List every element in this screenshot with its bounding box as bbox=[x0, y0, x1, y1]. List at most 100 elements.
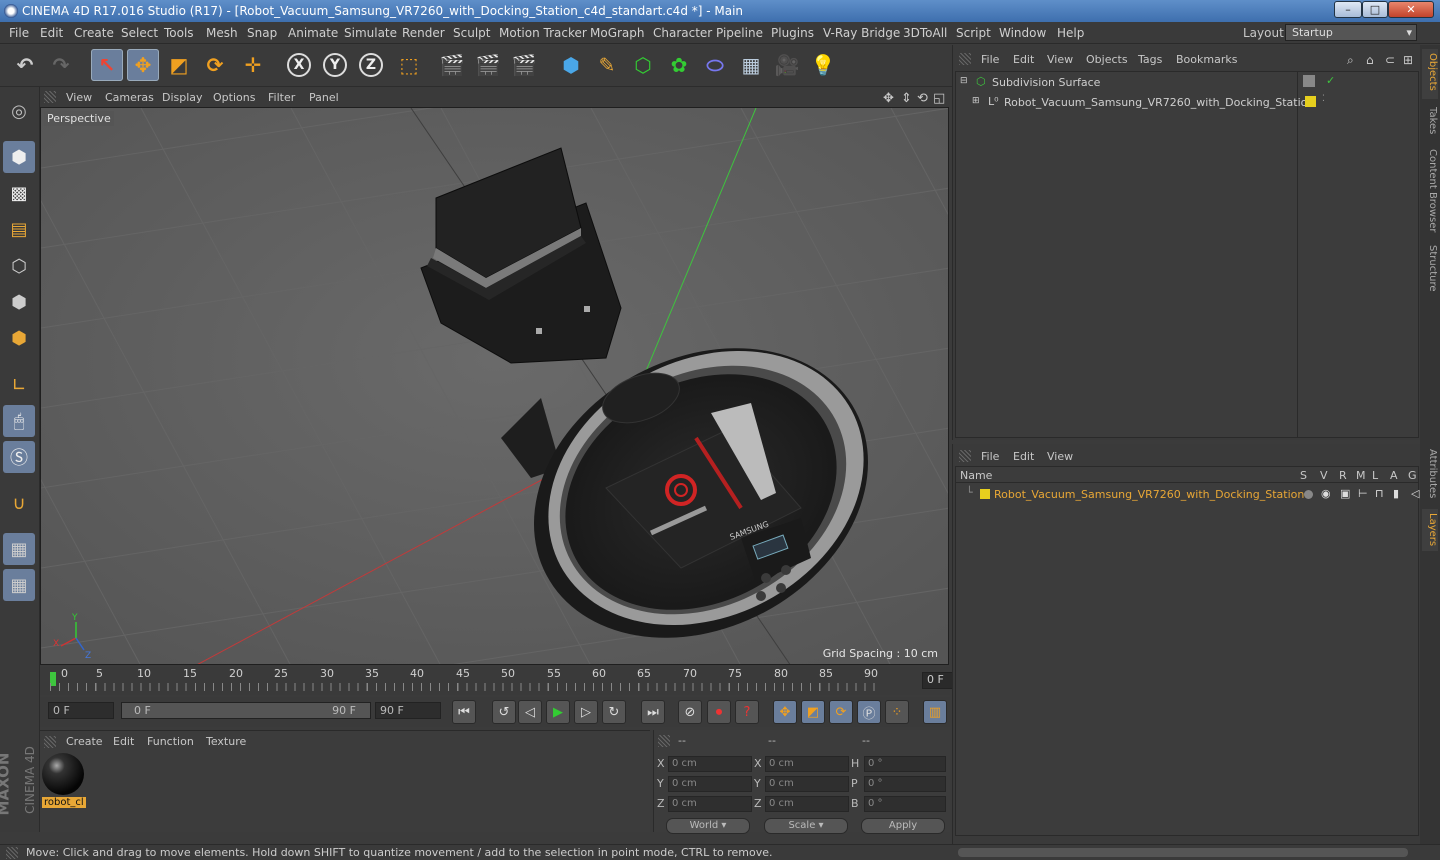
lm-menu-view[interactable]: View bbox=[1047, 450, 1073, 463]
om-menu-bookmarks[interactable]: Bookmarks bbox=[1176, 53, 1237, 66]
material-menu-texture[interactable]: Texture bbox=[206, 735, 246, 748]
layer-color-icon[interactable] bbox=[1305, 96, 1316, 107]
apply-button[interactable]: Apply bbox=[861, 818, 945, 834]
layout-dropdown[interactable]: Startup ▾ bbox=[1285, 24, 1417, 41]
panel-grip-icon[interactable] bbox=[44, 91, 56, 103]
layer-row[interactable]: └ Robot_Vacuum_Samsung_VR7260_with_Docki… bbox=[960, 486, 1419, 504]
lock-icon[interactable]: ⊓ bbox=[1375, 487, 1384, 500]
size-y-field[interactable]: 0 cm bbox=[765, 776, 849, 792]
make-editable-button[interactable]: ◎ bbox=[3, 95, 35, 127]
menu-render[interactable]: Render bbox=[402, 26, 445, 40]
minimize-button[interactable]: – bbox=[1334, 1, 1362, 18]
film-icon[interactable]: ▮ bbox=[1393, 487, 1399, 500]
search-icon[interactable]: ⌕ bbox=[1347, 53, 1354, 68]
visibility-dots-icon[interactable]: ⁚ bbox=[1322, 94, 1325, 104]
rotate-tool-button[interactable]: ⟳ bbox=[199, 49, 231, 81]
expand-icon[interactable]: ⊞ bbox=[972, 96, 980, 106]
coordinate-system-button[interactable]: ⬚ bbox=[393, 49, 425, 81]
axis-mode-button[interactable]: ∟ bbox=[3, 369, 35, 401]
panel-grip-icon[interactable] bbox=[658, 735, 670, 747]
tweak-mode-button[interactable]: 🖱 bbox=[3, 405, 35, 437]
tab-takes[interactable]: Takes bbox=[1422, 103, 1438, 141]
render-clapboard-icon[interactable]: ▣ bbox=[1340, 487, 1350, 500]
cloner-button[interactable]: ✿ bbox=[663, 49, 695, 81]
menu-3dtoall[interactable]: 3DToAll bbox=[903, 26, 947, 40]
om-menu-file[interactable]: File bbox=[981, 53, 999, 66]
pos-z-field[interactable]: 0 cm bbox=[668, 796, 752, 812]
size-z-field[interactable]: 0 cm bbox=[765, 796, 849, 812]
menu-sculpt[interactable]: Sculpt bbox=[453, 26, 490, 40]
timeline-window-button[interactable]: ▥ bbox=[923, 700, 947, 724]
pos-y-field[interactable]: 0 cm bbox=[668, 776, 752, 792]
panel-grip-icon[interactable] bbox=[6, 847, 18, 859]
solo-toggle-icon[interactable] bbox=[1304, 490, 1313, 499]
camera-button[interactable]: 🎥 bbox=[771, 49, 803, 81]
object-row[interactable]: ⊞ L⁰ Robot_Vacuum_Samsung_VR7260_with_Do… bbox=[960, 94, 1418, 112]
timeline-ruler[interactable]: 0 5 10 15 20 25 30 35 40 45 50 55 60 65 … bbox=[40, 667, 988, 695]
render-view-button[interactable]: 🎬 bbox=[436, 49, 468, 81]
material-menu-function[interactable]: Function bbox=[147, 735, 194, 748]
key-scale-button[interactable]: ◩ bbox=[801, 700, 825, 724]
x-axis-lock-button[interactable]: X bbox=[283, 49, 315, 81]
key-parameter-button[interactable]: Ⓟ bbox=[857, 700, 881, 724]
object-row[interactable]: ⊟ ⬡ Subdivision Surface ✓ bbox=[960, 74, 1418, 92]
previous-key-button[interactable]: ↺ bbox=[492, 700, 516, 724]
om-menu-objects[interactable]: Objects bbox=[1086, 53, 1128, 66]
tab-layers[interactable]: Layers bbox=[1422, 509, 1438, 551]
recent-tool-button[interactable]: ✛ bbox=[237, 49, 269, 81]
panel-grip-icon[interactable] bbox=[959, 450, 971, 462]
pen-spline-button[interactable]: ✎ bbox=[591, 49, 623, 81]
previous-frame-button[interactable]: ◁ bbox=[518, 700, 542, 724]
rot-h-field[interactable]: 0 ° bbox=[864, 756, 946, 772]
zoom-icon[interactable]: ⇕ bbox=[901, 91, 912, 106]
model-mode-button[interactable]: ⬢ bbox=[3, 141, 35, 173]
key-position-button[interactable]: ✥ bbox=[773, 700, 797, 724]
end-frame-field[interactable]: 90 F bbox=[375, 702, 441, 719]
camera-label[interactable]: Perspective bbox=[44, 111, 114, 126]
generator-icon[interactable]: ◁ bbox=[1411, 487, 1419, 500]
link-icon[interactable]: ⊂ bbox=[1385, 53, 1395, 67]
workplane-mode-button[interactable]: ▤ bbox=[3, 213, 35, 245]
menu-file[interactable]: File bbox=[9, 26, 29, 40]
coordinate-mode-dropdown[interactable]: World ▾ bbox=[666, 818, 750, 834]
material-menu-create[interactable]: Create bbox=[66, 735, 103, 748]
rot-b-field[interactable]: 0 ° bbox=[864, 796, 946, 812]
z-axis-lock-button[interactable]: Z bbox=[355, 49, 387, 81]
menu-simulate[interactable]: Simulate bbox=[344, 26, 397, 40]
home-icon[interactable]: ⌂ bbox=[1366, 53, 1374, 67]
viewport-menu-view[interactable]: View bbox=[66, 91, 92, 104]
size-x-field[interactable]: 0 cm bbox=[765, 756, 849, 772]
close-button[interactable]: ✕ bbox=[1388, 1, 1434, 18]
menu-script[interactable]: Script bbox=[956, 26, 991, 40]
move-tool-button[interactable]: ✥ bbox=[127, 49, 159, 81]
collapse-icon[interactable]: ⊟ bbox=[960, 76, 968, 86]
keyframe-selection-button[interactable]: ? bbox=[735, 700, 759, 724]
viewport-menu-display[interactable]: Display bbox=[162, 91, 203, 104]
texture-mode-button[interactable]: ▩ bbox=[3, 177, 35, 209]
floor-button[interactable]: ▦ bbox=[735, 49, 767, 81]
3d-viewport[interactable]: SAMSUNG X Y Z Perspective Grid Spacing :… bbox=[40, 107, 949, 665]
tab-content-browser[interactable]: Content Browser bbox=[1422, 145, 1438, 237]
menu-motion-tracker[interactable]: Motion Tracker bbox=[499, 26, 587, 40]
key-rotation-button[interactable]: ⟳ bbox=[829, 700, 853, 724]
om-menu-edit[interactable]: Edit bbox=[1013, 53, 1034, 66]
manager-icon[interactable]: ⊢ bbox=[1358, 487, 1368, 500]
om-menu-tags[interactable]: Tags bbox=[1138, 53, 1162, 66]
menu-window[interactable]: Window bbox=[999, 26, 1046, 40]
tab-attributes[interactable]: Attributes bbox=[1422, 445, 1438, 505]
eye-icon[interactable]: ◉ bbox=[1321, 487, 1331, 500]
horizontal-scrollbar[interactable] bbox=[958, 848, 1408, 857]
snap-button[interactable]: Ⓢ bbox=[3, 441, 35, 473]
orbit-icon[interactable]: ⟲ bbox=[917, 91, 928, 106]
menu-help[interactable]: Help bbox=[1057, 26, 1084, 40]
menu-plugins[interactable]: Plugins bbox=[771, 26, 814, 40]
menu-mesh[interactable]: Mesh bbox=[206, 26, 238, 40]
menu-vray-bridge[interactable]: V-Ray Bridge bbox=[823, 26, 900, 40]
maximize-button[interactable]: □ bbox=[1362, 1, 1388, 18]
menu-edit[interactable]: Edit bbox=[40, 26, 63, 40]
tab-objects[interactable]: Objects bbox=[1422, 49, 1438, 99]
menu-character[interactable]: Character bbox=[653, 26, 712, 40]
points-mode-button[interactable]: ⬡ bbox=[3, 250, 35, 282]
workplane-lock-button[interactable]: ▦ bbox=[3, 533, 35, 565]
check-icon[interactable]: ✓ bbox=[1326, 74, 1335, 87]
